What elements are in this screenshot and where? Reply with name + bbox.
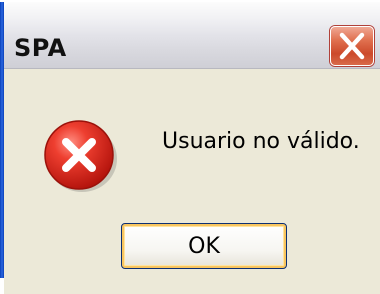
ok-button[interactable]: OK xyxy=(121,223,287,269)
window-title: SPA xyxy=(14,34,67,62)
ok-button-label: OK xyxy=(188,233,220,259)
close-button[interactable] xyxy=(330,26,374,66)
error-icon xyxy=(40,115,120,195)
message-text: Usuario no válido. xyxy=(162,129,360,154)
title-bar[interactable]: SPA xyxy=(4,2,380,69)
close-icon xyxy=(339,32,365,60)
message-dialog: SPA Usuario no válido. OK xyxy=(0,0,380,294)
dialog-body: Usuario no válido. OK xyxy=(4,69,380,294)
